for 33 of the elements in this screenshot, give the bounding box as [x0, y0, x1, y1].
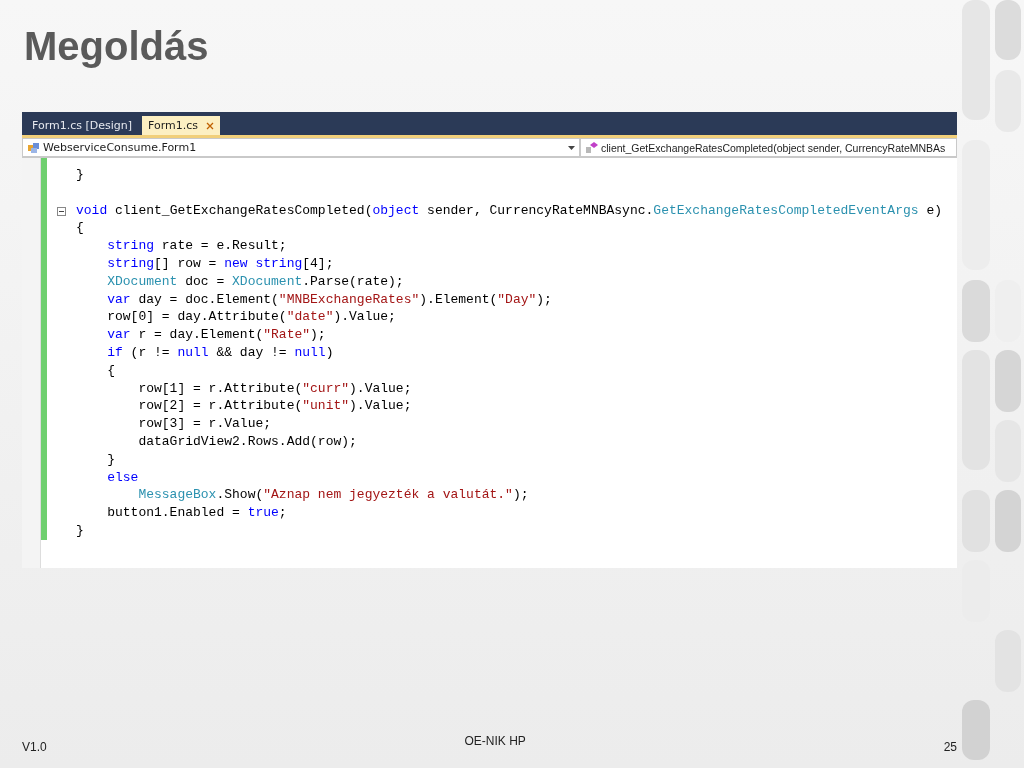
code-line: row[2] = r.Attribute("unit").Value;	[137, 398, 413, 416]
caret-icon	[568, 145, 575, 150]
code-line: dataGridView2.Rows.Add(row);	[137, 433, 358, 451]
slide-title: Megoldás	[24, 23, 210, 70]
code-line: var r = day.Element("Rate");	[106, 327, 327, 345]
code-line: XDocument doc = XDocument.Parse(rate);	[106, 273, 405, 291]
code-line: row[1] = r.Attribute("curr").Value;	[137, 380, 413, 398]
editor-tab[interactable]: Form1.cs [Design]	[26, 116, 139, 135]
version-label: V1.0	[22, 740, 47, 754]
member-dropdown[interactable]: client_GetExchangeRatesCompleted(object sender, CurrencyRateMNBAs	[580, 138, 957, 157]
code-line: {	[76, 220, 85, 238]
code-line: string[] row = new string[4];	[106, 256, 335, 273]
code-line: row[3] = r.Value;	[137, 416, 273, 434]
code-line: if (r != null && day != null)	[106, 344, 335, 362]
code-line: {	[106, 362, 116, 380]
code-line: MessageBox.Show("Aznap nem jegyezték a valutát.");	[137, 487, 530, 505]
class-icon	[27, 141, 40, 154]
code-line: }	[76, 167, 85, 184]
code-line: else	[106, 469, 140, 487]
code-line: void client_GetExchangeRatesCompleted(object sender, CurrencyRateMNBAsync.GetExchangeRatesCompletedEventArgs e)	[76, 202, 942, 220]
editor-tab[interactable]: Form1.cs	[142, 116, 221, 135]
code-line: var day = doc.Element("MNBExchangeRates").Element("Day");	[106, 291, 553, 309]
method-icon	[585, 141, 598, 154]
code-line: }	[106, 451, 116, 469]
page-number: 25	[943, 740, 957, 754]
code-line: button1.Enabled = true;	[106, 505, 288, 523]
footer-text: OE-NIK HP	[464, 734, 526, 748]
type-dropdown[interactable]: WebserviceConsume.Form1	[22, 138, 580, 157]
collapse-icon[interactable]	[57, 207, 66, 216]
close-icon[interactable]	[206, 121, 215, 130]
code-line: }	[76, 522, 85, 540]
code-line: row[0] = day.Attribute("date").Value;	[106, 309, 397, 327]
code-line: string rate = e.Result;	[106, 238, 288, 256]
